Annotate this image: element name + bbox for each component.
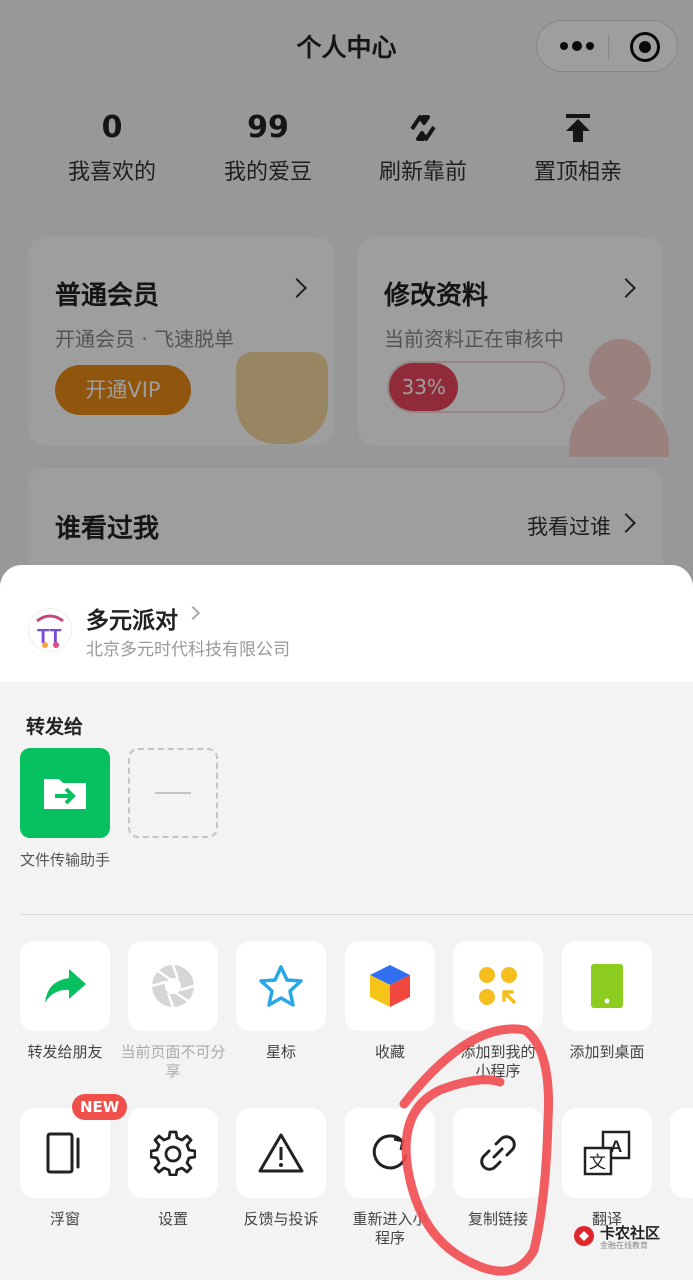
contact-placeholder[interactable] [128, 748, 218, 838]
action-reenter-mini-program[interactable]: 重新进入小程序 [336, 1108, 444, 1248]
file-transfer-icon [20, 748, 110, 838]
watermark-logo-icon [574, 1226, 594, 1246]
mini-program-add-icon [453, 941, 543, 1031]
action-share-to-friend[interactable]: 转发给朋友 [11, 941, 119, 1062]
action-settings[interactable]: 设置 [119, 1108, 227, 1229]
warning-icon [236, 1108, 326, 1198]
link-icon [453, 1108, 543, 1198]
placeholder-icon [128, 748, 218, 838]
forward-to-title: 转发给 [26, 716, 84, 738]
action-page-share-disabled: 当前页面不可分享 [119, 941, 227, 1081]
action-next-partial[interactable] [661, 1108, 693, 1198]
contact-file-transfer[interactable]: 文件传输助手 [20, 748, 110, 870]
action-copy-link[interactable]: 复制链接 [444, 1108, 552, 1229]
app-company: 北京多元时代科技有限公司 [86, 640, 290, 660]
watermark: 卡农社区 金融在线教育 [572, 1222, 690, 1252]
shutter-icon [128, 941, 218, 1031]
reload-icon [345, 1108, 435, 1198]
translate-icon: A文 [562, 1108, 652, 1198]
action-float-window[interactable]: NEW 浮窗 [11, 1094, 128, 1229]
app-name: 多元派对 [86, 608, 178, 634]
phone-desktop-icon [562, 941, 652, 1031]
sheet-app-header[interactable]: TT 多元派对 北京多元时代科技有限公司 [0, 565, 693, 682]
float-window-icon: NEW [20, 1094, 128, 1198]
action-translate[interactable]: A文 翻译 [553, 1108, 661, 1229]
star-icon [236, 941, 326, 1031]
chevron-right-icon [185, 605, 201, 621]
action-star[interactable]: 星标 [227, 941, 335, 1062]
svg-text:文: 文 [589, 1153, 606, 1173]
share-arrow-icon [20, 941, 110, 1031]
app-logo: TT [28, 608, 72, 652]
gear-icon [128, 1108, 218, 1198]
share-sheet: TT 多元派对 北京多元时代科技有限公司 转发给 文件传输助手 转发给朋友 当前… [0, 565, 693, 1280]
favorites-cube-icon [345, 941, 435, 1031]
action-feedback[interactable]: 反馈与投诉 [227, 1108, 335, 1229]
action-add-to-desktop[interactable]: 添加到桌面 [553, 941, 661, 1062]
action-favorites[interactable]: 收藏 [336, 941, 444, 1062]
action-add-to-my-mini-programs[interactable]: 添加到我的小程序 [444, 941, 552, 1081]
